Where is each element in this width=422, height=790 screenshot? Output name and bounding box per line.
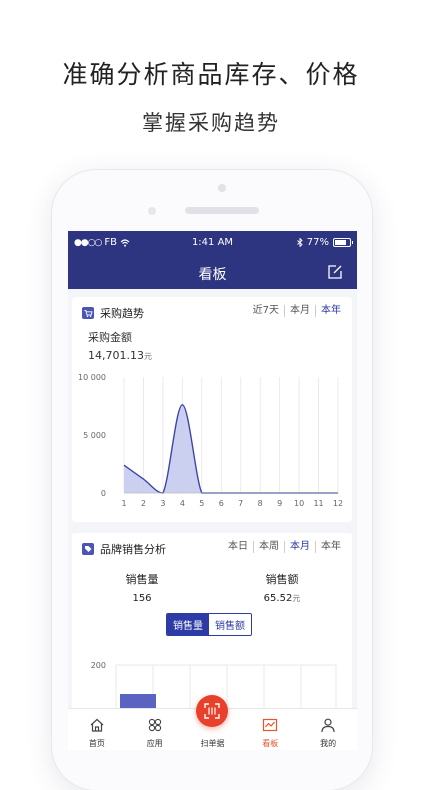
purchase-amount-number: 14,701.13 (88, 349, 144, 362)
sales-qty-label: 销售量 (126, 573, 159, 586)
tab-profile-label: 我的 (299, 738, 357, 749)
purchase-amount-unit: 元 (144, 352, 152, 361)
front-camera (218, 184, 226, 192)
bluetooth-icon (297, 238, 303, 247)
chart-x-tick-label: 9 (277, 499, 282, 508)
purchase-trend-card: 采购趋势 近7天 本月 本年 采购金额 14,701.13元 10 000 5 0… (72, 297, 352, 522)
sales-amount-stat: 销售额 65.52元 (212, 571, 352, 604)
app-screen: ●●○○ FB 1:41 AM 77% 看板 (68, 231, 357, 750)
sales-amount-unit: 元 (292, 594, 300, 603)
chart-y-tick-label: 0 (101, 489, 106, 498)
sales-amount-label: 销售额 (266, 573, 299, 586)
promo-subheadline: 掌握采购趋势 (0, 107, 422, 137)
tab-this-week[interactable]: 本周 (253, 541, 284, 553)
chart-x-tick-label: 2 (141, 499, 146, 508)
chart-x-tick-label: 6 (219, 499, 224, 508)
tag-icon (82, 543, 94, 555)
chart-x-tick-label: 1 (121, 499, 126, 508)
purchase-card-title: 采购趋势 (100, 305, 144, 321)
chart-x-tick-label: 11 (313, 499, 323, 508)
battery-percent: 77% (307, 237, 329, 248)
tab-apps-label: 应用 (126, 738, 184, 749)
proximity-sensor (148, 207, 156, 215)
sales-amount-value: 65.52元 (212, 593, 352, 604)
profile-icon (320, 717, 336, 733)
tab-today[interactable]: 本日 (223, 541, 253, 553)
edit-icon[interactable] (327, 264, 343, 280)
promo-headline: 准确分析商品库存、价格 (0, 55, 422, 91)
chart-x-tick-label: 5 (199, 499, 204, 508)
tab-this-year[interactable]: 本年 (315, 305, 346, 317)
tab-scan[interactable]: 扫单据 (184, 709, 242, 750)
chart-y-tick-label: 5 000 (83, 431, 106, 440)
sales-amount-number: 65.52 (264, 593, 293, 604)
chart-y-tick-label: 10 000 (78, 373, 106, 382)
tab-dashboard[interactable]: 看板 (241, 709, 299, 750)
apps-icon (147, 717, 163, 733)
bottom-tab-bar: 首页 应用 扫单据 看板 (68, 708, 357, 750)
nav-title: 看板 (68, 264, 357, 284)
toggle-sales-qty[interactable]: 销售量 (167, 614, 209, 635)
chart-x-tick-label: 4 (180, 499, 185, 508)
home-icon (89, 717, 105, 733)
bar-y-tick-label: 200 (91, 661, 106, 670)
purchase-period-tabs: 近7天 本月 本年 (248, 305, 346, 317)
status-bar: ●●○○ FB 1:41 AM 77% (68, 231, 357, 253)
chart-x-tick-label: 7 (238, 499, 243, 508)
scan-icon (204, 703, 220, 719)
tab-profile[interactable]: 我的 (299, 709, 357, 750)
brand-period-tabs: 本日 本周 本月 本年 (223, 541, 346, 553)
brand-card-title: 品牌销售分析 (100, 541, 166, 557)
sales-qty-stat: 销售量 156 (72, 571, 212, 604)
chart-x-tick-label: 3 (160, 499, 165, 508)
scan-button[interactable] (196, 695, 228, 727)
dashboard-icon (262, 717, 278, 733)
tab-brand-this-month[interactable]: 本月 (284, 541, 315, 553)
metric-toggle: 销售量 销售额 (166, 613, 252, 636)
tab-brand-this-year[interactable]: 本年 (315, 541, 346, 553)
sales-qty-value: 156 (72, 593, 212, 604)
cart-icon (82, 307, 94, 319)
purchase-trend-chart: 10 0005 0000123456789101112 (72, 367, 352, 517)
chart-x-tick-label: 8 (258, 499, 263, 508)
tab-last-7-days[interactable]: 近7天 (248, 305, 284, 317)
nav-bar: ●●○○ FB 1:41 AM 77% 看板 (68, 231, 357, 289)
purchase-amount-value: 14,701.13元 (88, 349, 152, 362)
tab-home-label: 首页 (68, 738, 126, 749)
tab-home[interactable]: 首页 (68, 709, 126, 750)
chart-x-tick-label: 12 (333, 499, 343, 508)
tab-scan-label: 扫单据 (184, 738, 242, 749)
tab-this-month[interactable]: 本月 (284, 305, 315, 317)
purchase-amount-label: 采购金额 (88, 329, 132, 345)
tab-apps[interactable]: 应用 (126, 709, 184, 750)
chart-line (124, 405, 338, 493)
toggle-sales-amount[interactable]: 销售额 (209, 614, 251, 635)
chart-x-tick-label: 10 (294, 499, 304, 508)
chart-area-fill (124, 405, 338, 493)
battery-icon (333, 238, 351, 247)
tab-dashboard-label: 看板 (241, 738, 299, 749)
earpiece-speaker (185, 207, 259, 214)
